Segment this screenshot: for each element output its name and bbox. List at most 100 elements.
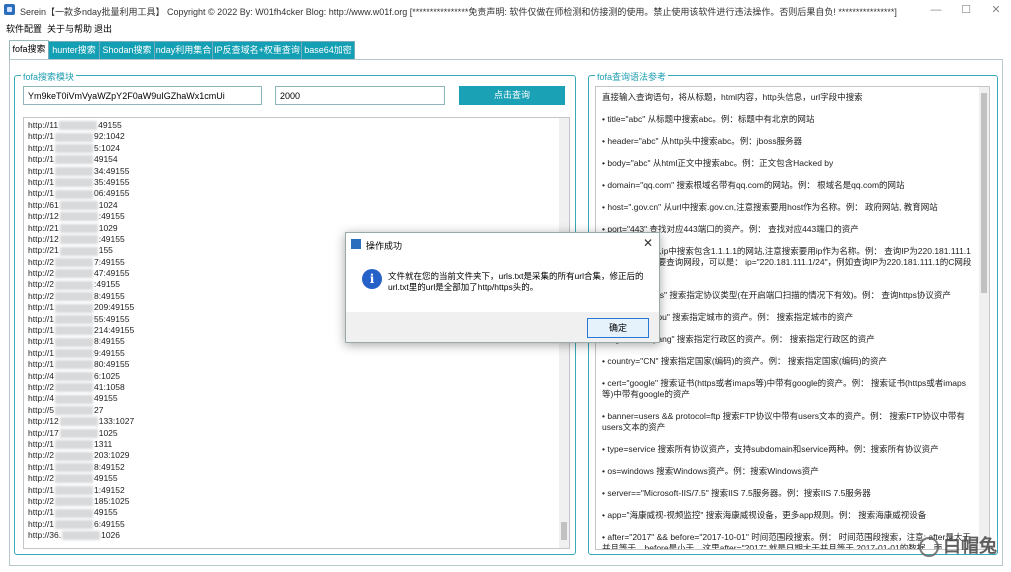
syntax-line [596, 521, 989, 532]
dialog-title: 操作成功 [366, 241, 403, 251]
fofa-syntax-group-label: fofa查询语法参考 [595, 70, 669, 83]
result-item[interactable]: http://1 80:49155 [24, 359, 569, 370]
dialog-message: 文件就在您的当前文件夹下，urls.txt是采集的所有url合集，修正后的url… [388, 271, 644, 292]
syntax-line: • domain="qq.com" 搜索根域名带有qq.com的网站。例： 根域… [602, 180, 905, 190]
menu-software-config[interactable]: 软件配置 [6, 22, 42, 35]
redacted-segment [55, 451, 93, 461]
syntax-line: • country="CN" 搜索指定国家(编码)的资产。例： 搜索指定国家(编… [602, 356, 888, 366]
tab-fofa[interactable]: fofa搜索 [9, 40, 49, 60]
syntax-line [596, 499, 989, 510]
result-item[interactable]: http://1 9:49155 [24, 348, 569, 359]
result-item[interactable]: http://11 49155 [24, 120, 569, 131]
result-item[interactable]: http://17 1025 [24, 428, 569, 439]
syntax-line: • header="abc" 从http头中搜索abc。例：jboss服务器 [602, 136, 803, 146]
tab-shodan[interactable]: Shodan搜索 [99, 41, 155, 59]
result-item[interactable]: http://1 35:49155 [24, 177, 569, 188]
app-icon [4, 4, 15, 15]
redacted-segment [55, 326, 93, 336]
redacted-segment [55, 280, 93, 290]
result-item[interactable]: http://4 6:1025 [24, 371, 569, 382]
redacted-segment [59, 428, 98, 438]
dialog-close-icon[interactable]: ✕ [643, 236, 653, 250]
info-icon: i [362, 269, 382, 289]
syntax-line [596, 147, 989, 158]
redacted-segment [55, 474, 93, 484]
result-item[interactable]: http://1 06:49155 [24, 188, 569, 199]
redacted-segment [55, 485, 93, 495]
result-item[interactable]: http://1 49154 [24, 154, 569, 165]
result-item[interactable]: http://61 1024 [24, 200, 569, 211]
result-item[interactable]: http://1 8:49152 [24, 462, 569, 473]
redacted-segment [55, 292, 93, 302]
result-item[interactable]: http://5 27 [24, 405, 569, 416]
fofa-search-group-label: fofa搜索模块 [21, 70, 77, 83]
result-item[interactable]: http://36. 1026 [24, 530, 569, 541]
syntax-line: • host=".gov.cn" 从url中搜索.gov.cn,注意搜索要用ho… [602, 202, 938, 212]
title-bar: Serein【一款多nday批量利用工具】 Copyright © 2022 B… [0, 0, 1011, 20]
count-input[interactable]: 2000 [275, 86, 445, 105]
redacted-segment [55, 269, 93, 279]
syntax-line [596, 400, 989, 411]
syntax-line [596, 455, 989, 466]
redacted-segment [55, 132, 93, 142]
tab-base64[interactable]: base64加密 [301, 41, 355, 59]
redacted-segment [55, 166, 93, 176]
syntax-scrollbar[interactable] [979, 87, 989, 549]
syntax-line [596, 433, 989, 444]
minimize-button[interactable]: — [921, 2, 951, 18]
redacted-segment [55, 257, 93, 267]
window-title: Serein【一款多nday批量利用工具】 Copyright © 2022 B… [20, 7, 897, 17]
result-item[interactable]: http://2 185:1025 [24, 496, 569, 507]
result-item[interactable]: http://2 203:1029 [24, 450, 569, 461]
result-item[interactable]: http://1 1:49152 [24, 485, 569, 496]
result-item[interactable]: http://1 5:1024 [24, 143, 569, 154]
syntax-line: • server=="Microsoft-IIS/7.5" 搜索IIS 7.5服… [602, 488, 871, 498]
result-item[interactable]: http://1 49155 [24, 507, 569, 518]
menu-exit[interactable]: 退出 [94, 22, 112, 35]
result-item[interactable]: http://12 133:1027 [24, 416, 569, 427]
redacted-segment [62, 531, 101, 541]
result-item[interactable]: http://2 41:1058 [24, 382, 569, 393]
tab-hunter[interactable]: hunter搜索 [48, 41, 100, 59]
syntax-line [596, 169, 989, 180]
syntax-line: • type=service 搜索所有协议资产，支持subdomain和serv… [602, 444, 939, 454]
syntax-line [596, 213, 989, 224]
watermark: 白帽兔 [919, 532, 997, 558]
dialog-footer: 确定 [346, 312, 659, 342]
redacted-segment [55, 144, 93, 154]
syntax-line: • body="abc" 从html正文中搜索abc。例：正文包含Hacked … [602, 158, 834, 168]
redacted-segment [55, 497, 93, 507]
tab-ip-reverse[interactable]: IP反查域名+权重查询 [212, 41, 302, 59]
syntax-line [596, 477, 989, 488]
ok-button[interactable]: 确定 [587, 318, 649, 338]
redacted-segment [55, 440, 93, 450]
redacted-segment [55, 349, 93, 359]
maximize-button[interactable]: ☐ [951, 2, 981, 18]
redacted-segment [55, 314, 93, 324]
result-item[interactable]: http://1 92:1042 [24, 131, 569, 142]
redacted-segment [59, 212, 98, 222]
close-button[interactable]: ✕ [981, 2, 1011, 18]
redacted-segment [55, 406, 93, 416]
result-item[interactable]: http://1 1311 [24, 439, 569, 450]
dialog-app-icon [351, 239, 361, 249]
watermark-icon [919, 537, 939, 558]
redacted-segment [55, 371, 93, 381]
tab-nday[interactable]: nday利用集合 [154, 41, 213, 59]
redacted-segment [59, 223, 98, 233]
redacted-segment [55, 155, 93, 165]
result-item[interactable]: http://12:49155 [24, 211, 569, 222]
menu-about-help[interactable]: 关于与帮助 [47, 22, 92, 35]
syntax-line: • cert="google" 搜索证书(https或者imaps等)中带有go… [602, 378, 966, 399]
result-item[interactable]: http://1 6:49155 [24, 519, 569, 530]
result-item[interactable]: http://1 34:49155 [24, 166, 569, 177]
result-item[interactable]: http://4 49155 [24, 393, 569, 404]
redacted-segment [59, 200, 98, 210]
redacted-segment [55, 383, 93, 393]
redacted-segment [55, 303, 93, 313]
query-button[interactable]: 点击查询 [459, 86, 565, 105]
dialog-body: i 文件就在您的当前文件夹下，urls.txt是采集的所有url合集，修正后的u… [346, 255, 659, 312]
menu-bar: 软件配置 关于与帮助 退出 [0, 20, 1011, 34]
query-input[interactable]: Ym9keT0iVmVyaWZpY2F0aW9uIGZhaWx1cmUi [23, 86, 262, 105]
result-item[interactable]: http://2 49155 [24, 473, 569, 484]
